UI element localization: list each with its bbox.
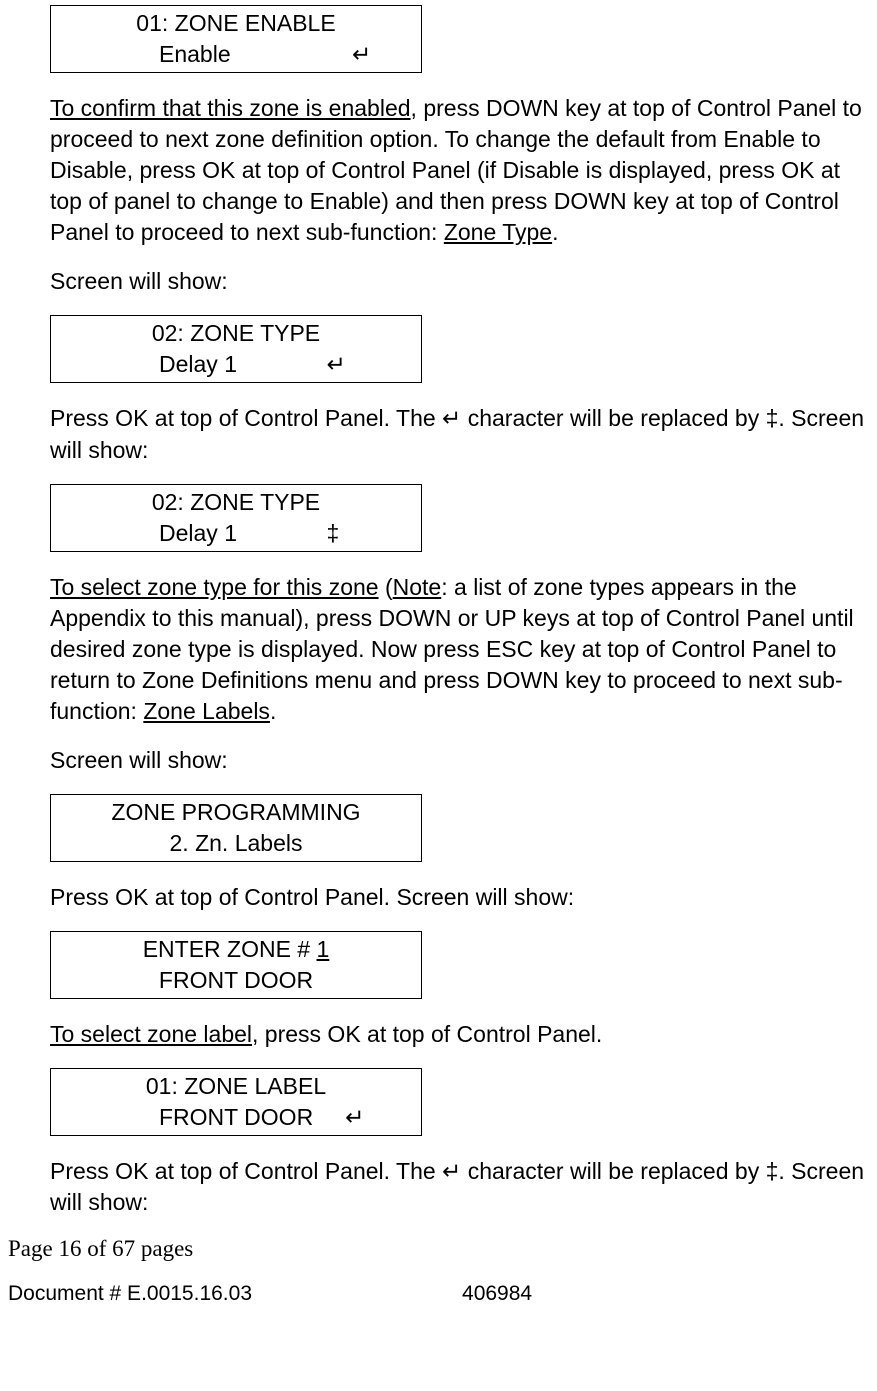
underlined-text: To select zone label	[50, 1021, 252, 1047]
lcd-screen-zone-type-edit: 02: ZONE TYPE Delay 1 ‡	[50, 484, 422, 552]
lcd-line1: 01: ZONE ENABLE	[51, 8, 421, 39]
lcd-screen-zone-label: 01: ZONE LABEL FRONT DOOR ↵	[50, 1068, 422, 1136]
instruction-paragraph: To confirm that this zone is enabled, pr…	[50, 93, 867, 248]
underlined-text: Zone Labels	[143, 698, 270, 724]
body-text: , press OK at top of Control Panel.	[252, 1021, 602, 1047]
page-content: 01: ZONE ENABLE Enable ↵ To confirm that…	[0, 5, 877, 1218]
lcd-line2: FRONT DOOR ↵	[51, 1102, 421, 1133]
underlined-text: 1	[317, 936, 330, 962]
lcd-line2: Delay 1 ‡	[51, 518, 421, 549]
instruction-paragraph: Screen will show:	[50, 266, 867, 297]
body-text: .	[270, 698, 276, 724]
lcd-screen-zone-enable: 01: ZONE ENABLE Enable ↵	[50, 5, 422, 73]
lcd-text: ENTER ZONE #	[143, 936, 317, 962]
body-text: (	[379, 574, 393, 600]
lcd-line2: FRONT DOOR	[51, 965, 421, 996]
lcd-line2: Delay 1 ↵	[51, 349, 421, 380]
instruction-paragraph: Press OK at top of Control Panel. The ↵ …	[50, 1156, 867, 1218]
lcd-line1: 02: ZONE TYPE	[51, 318, 421, 349]
underlined-text: Zone Type	[444, 219, 552, 245]
page-footer: Page 16 of 67 pages Document # E.0015.16…	[0, 1236, 877, 1306]
lcd-screen-enter-zone: ENTER ZONE # 1 FRONT DOOR	[50, 931, 422, 999]
underlined-text: To confirm that this zone is enabled	[50, 95, 411, 121]
lcd-line1: ENTER ZONE # 1	[51, 934, 421, 965]
underlined-text: To select zone type for this zone	[50, 574, 379, 600]
page-number: Page 16 of 67 pages	[8, 1236, 877, 1262]
body-text: .	[552, 219, 558, 245]
instruction-paragraph: Press OK at top of Control Panel. Screen…	[50, 882, 867, 913]
lcd-line2: 2. Zn. Labels	[51, 828, 421, 859]
lcd-line1: ZONE PROGRAMMING	[51, 797, 421, 828]
footer-row: Document # E.0015.16.03 406984	[8, 1282, 877, 1306]
lcd-screen-zone-type-enter: 02: ZONE TYPE Delay 1 ↵	[50, 315, 422, 383]
lcd-screen-zone-programming: ZONE PROGRAMMING 2. Zn. Labels	[50, 794, 422, 862]
instruction-paragraph: Press OK at top of Control Panel. The ↵ …	[50, 403, 867, 465]
lcd-line2: Enable ↵	[51, 39, 421, 70]
underlined-text: Note	[393, 574, 442, 600]
instruction-paragraph: Screen will show:	[50, 745, 867, 776]
lcd-line1: 01: ZONE LABEL	[51, 1071, 421, 1102]
instruction-paragraph: To select zone type for this zone (Note:…	[50, 572, 867, 727]
instruction-paragraph: To select zone label, press OK at top of…	[50, 1019, 867, 1050]
lcd-line1: 02: ZONE TYPE	[51, 487, 421, 518]
document-number: Document # E.0015.16.03	[8, 1282, 252, 1306]
document-id: 406984	[462, 1282, 532, 1306]
